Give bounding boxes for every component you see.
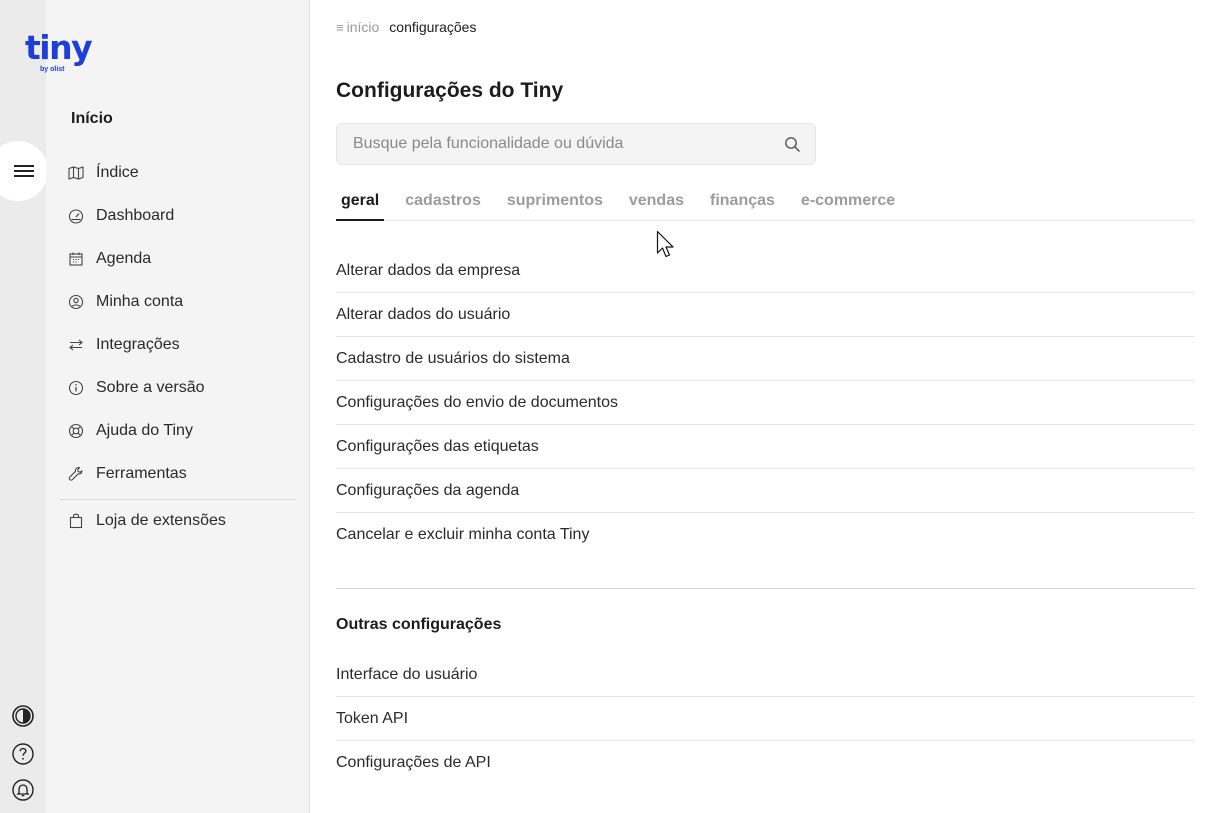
bell-icon [12,779,34,801]
sidebar-item-loja-extensoes[interactable]: Loja de extensões [68,499,298,542]
search-input[interactable] [353,124,773,164]
sidebar-item-label: Agenda [96,249,152,267]
sidebar-heading: Início [71,110,113,127]
wrench-icon [68,466,84,482]
contrast-button[interactable] [0,704,46,728]
gauge-icon [68,208,84,224]
sidebar: tiny by olist Início Índice Dashboard Ag… [25,0,310,813]
breadcrumb: ≡ início configurações [336,19,476,35]
sidebar-nav: Índice Dashboard Agenda Minha conta Inte… [68,151,298,495]
search-icon[interactable] [784,136,801,153]
arrows-icon [68,337,84,353]
list-item-cadastro-usuarios[interactable]: Cadastro de usuários do sistema [336,337,1195,381]
breadcrumb-menu-icon[interactable]: ≡ [336,20,344,35]
map-icon [68,165,84,181]
sidebar-item-label: Sobre a versão [96,378,205,396]
tab-cadastros[interactable]: cadastros [400,188,486,221]
hamburger-icon [14,165,34,177]
help-button[interactable] [0,742,46,766]
sidebar-item-ferramentas[interactable]: Ferramentas [68,452,298,495]
list-item-envio-documentos[interactable]: Configurações do envio de documentos [336,381,1195,425]
list-item-interface-usuario[interactable]: Interface do usuário [336,653,1195,697]
tab-geral[interactable]: geral [336,188,385,221]
sidebar-item-label: Loja de extensões [96,511,226,529]
other-settings-title: Outras configurações [336,616,502,633]
icon-rail [0,0,48,813]
section-divider [336,588,1195,589]
sidebar-item-dashboard[interactable]: Dashboard [68,194,298,237]
help-icon [12,743,34,765]
breadcrumb-current: configurações [389,19,477,35]
list-item-alterar-dados-usuario[interactable]: Alterar dados do usuário [336,293,1195,337]
lifebuoy-icon [68,423,84,439]
sidebar-item-label: Índice [96,163,139,181]
sidebar-item-integracoes[interactable]: Integrações [68,323,298,366]
contrast-icon [12,705,34,727]
list-item-token-api[interactable]: Token API [336,697,1195,741]
logo-tagline: by olist [40,66,65,73]
user-circle-icon [68,294,84,310]
sidebar-item-minha-conta[interactable]: Minha conta [68,280,298,323]
sidebar-item-ajuda[interactable]: Ajuda do Tiny [68,409,298,452]
search-box [336,123,816,165]
logo-wordmark: tiny [25,28,93,67]
sidebar-item-indice[interactable]: Índice [68,151,298,194]
mouse-cursor-icon [656,230,674,258]
other-settings-list: Interface do usuário Token API Configura… [336,653,1195,785]
calendar-icon [68,251,84,267]
list-item-etiquetas[interactable]: Configurações das etiquetas [336,425,1195,469]
notifications-button[interactable] [0,778,46,802]
sidebar-item-label: Ferramentas [96,464,187,482]
tab-vendas[interactable]: vendas [624,188,689,221]
sidebar-item-agenda[interactable]: Agenda [68,237,298,280]
list-item-agenda[interactable]: Configurações da agenda [336,469,1195,513]
tab-suprimentos[interactable]: suprimentos [502,188,608,221]
sidebar-item-label: Ajuda do Tiny [96,421,193,439]
tab-financas[interactable]: finanças [705,188,780,221]
menu-toggle-button[interactable] [0,141,48,201]
tab-ecommerce[interactable]: e-commerce [796,188,900,221]
sidebar-item-label: Minha conta [96,292,184,310]
sidebar-item-sobre-versao[interactable]: Sobre a versão [68,366,298,409]
page-title: Configurações do Tiny [336,79,564,102]
bag-icon [68,513,84,529]
list-item-cancelar-conta[interactable]: Cancelar e excluir minha conta Tiny [336,513,1195,557]
info-icon [68,380,84,396]
sidebar-item-label: Integrações [96,335,180,353]
list-item-alterar-dados-empresa[interactable]: Alterar dados da empresa [336,249,1195,293]
tiny-logo[interactable]: tiny by olist [25,30,95,78]
sidebar-store-wrap: Loja de extensões [68,499,298,542]
category-tabs: geral cadastros suprimentos vendas finan… [336,188,1195,221]
general-settings-list: Alterar dados da empresa Alterar dados d… [336,249,1195,557]
main-content: ≡ início configurações Configurações do … [336,0,1195,813]
list-item-configuracoes-api[interactable]: Configurações de API [336,741,1195,785]
breadcrumb-home-link[interactable]: início [347,19,380,35]
sidebar-item-label: Dashboard [96,206,175,224]
